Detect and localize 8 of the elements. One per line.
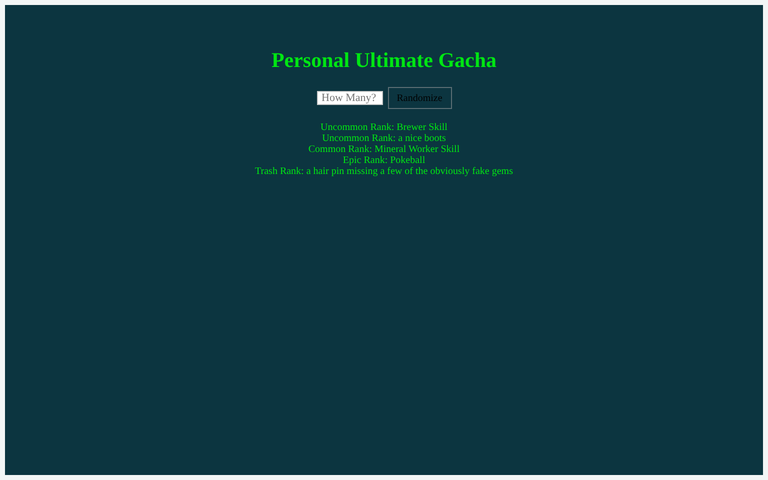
result-text: Epic Rank: Pokeball (342, 155, 426, 166)
page-title: Personal Ultimate Gacha (271, 48, 497, 72)
result-text: Uncommon Rank: Brewer Skill (320, 122, 448, 133)
result-text: Common Rank: Mineral Worker Skill (308, 144, 460, 155)
result-text: Trash Rank: a hair pin missing a few of the obviously fake gems (255, 166, 513, 177)
randomize-button[interactable]: Randomize (388, 87, 452, 109)
result-text: Uncommon Rank: a nice boots (322, 133, 446, 144)
how-many-field[interactable]: How Many? (316, 91, 382, 105)
